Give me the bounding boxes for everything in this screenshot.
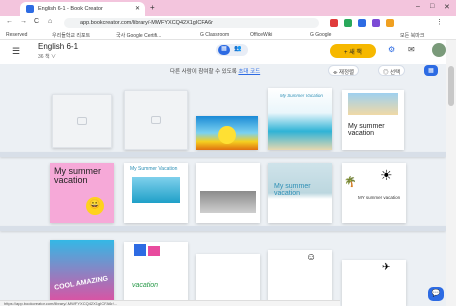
beach-photo [348, 93, 398, 115]
app-header: ☰ English 6-1 36 책 ∨ ▦ 👥 + 새 책 ⚙ ✉ [0, 40, 446, 64]
beach-photo [132, 177, 180, 203]
new-tab-button[interactable]: + [150, 3, 155, 12]
close-window-button[interactable]: ✕ [444, 3, 450, 11]
bookcreator-icon [26, 5, 34, 13]
book-card[interactable]: vacation [124, 242, 188, 306]
grid-layout-icon[interactable]: ▦ [424, 65, 438, 76]
url-text: app.bookcreator.com/library/-MWFYXCQ42X1… [80, 20, 213, 26]
bookmark-item[interactable]: 국사 Google Certifi... [116, 32, 161, 39]
book-card[interactable] [196, 116, 258, 150]
bookmarks-bar: Reserved 우리들학교 리포트 국사 Google Certifi... … [0, 30, 456, 40]
book-card[interactable]: My summer vacation 😀 [50, 163, 114, 223]
book-title: My summer vacation [348, 123, 385, 138]
close-tab-icon[interactable]: ✕ [135, 5, 140, 12]
maximize-button[interactable]: □ [430, 3, 434, 10]
invite-notice: 다른 사람이 참여할 수 있도록 초대 코드 [170, 67, 260, 75]
book-card[interactable]: My summer vacation [268, 163, 332, 223]
tab-title: English 6-1 - Book Creator [38, 6, 103, 12]
book-title: vacation [132, 282, 159, 289]
tab-bar: English 6-1 - Book Creator ✕ + – □ ✕ [0, 0, 456, 16]
address-bar[interactable]: app.bookcreator.com/library/-MWFYXCQ42X1… [64, 18, 319, 28]
book-card[interactable]: ✈ [342, 260, 406, 306]
book-title: COOL AMAZING [53, 275, 109, 292]
shelf [0, 152, 446, 157]
settings-icon[interactable]: ⚙ [388, 45, 395, 54]
invite-code-link[interactable]: 초대 코드 [238, 69, 260, 75]
chat-icon[interactable]: 💬 [428, 287, 444, 301]
image-placeholder-icon [77, 117, 87, 125]
grid-view-icon[interactable]: ▦ [218, 45, 230, 55]
book-card[interactable]: My Summer Vacation [124, 163, 188, 223]
back-icon[interactable]: ← [6, 18, 13, 25]
bookmark-item[interactable]: 모든 북마크 [400, 32, 424, 39]
book-card[interactable] [52, 94, 112, 148]
extension-icon[interactable] [344, 19, 352, 27]
block-image [148, 246, 160, 256]
book-card[interactable]: ☺ [268, 250, 332, 306]
book-count[interactable]: 36 책 ∨ [38, 53, 56, 60]
bookmark-item[interactable]: G Google [310, 32, 331, 38]
sun-icon: ☀ [380, 167, 393, 183]
book-card[interactable]: My summer vacation [342, 90, 404, 150]
book-card[interactable] [124, 90, 188, 150]
select-button[interactable]: ◎ 선택 [378, 65, 406, 76]
book-card[interactable]: ☀ 🌴 MY summer vacation [342, 163, 406, 223]
avatar[interactable] [432, 43, 446, 57]
airplane-icon: ✈ [382, 262, 391, 273]
book-card[interactable] [196, 254, 260, 306]
book-title: My Summer Vacation [130, 166, 178, 172]
bookmark-item[interactable]: OfficeWiki [250, 32, 272, 38]
shelf [0, 226, 446, 231]
book-card[interactable]: COOL AMAZING [50, 240, 114, 306]
menu-dots-icon[interactable]: ⋮ [436, 18, 443, 26]
bookmark-item[interactable]: Reserved [6, 32, 27, 38]
library-content: 다른 사람이 참여할 수 있도록 초대 코드 ⌯ 재정렬 ◎ 선택 ▦ My S… [0, 64, 446, 306]
book-title: MY summer vacation [358, 195, 401, 200]
book-title: My summer vacation [54, 166, 101, 186]
book-card[interactable] [196, 163, 260, 223]
scrollbar-thumb[interactable] [448, 66, 454, 106]
home-icon[interactable]: ⌂ [48, 18, 52, 25]
rearrange-button[interactable]: ⌯ 재정렬 [328, 65, 360, 76]
extension-icon[interactable] [372, 19, 380, 27]
extension-icon[interactable] [330, 19, 338, 27]
book-title: My Summer Vacation [280, 93, 323, 98]
sun-image [218, 126, 236, 144]
library-title: English 6-1 [38, 42, 79, 51]
share-icon[interactable]: ✉ [408, 45, 415, 54]
bookmark-item[interactable]: 우리들학교 리포트 [52, 32, 90, 39]
forward-icon[interactable]: → [20, 18, 27, 25]
book-title: My summer vacation [274, 183, 311, 198]
notice-text: 다른 사람이 참여할 수 있도록 [170, 69, 237, 75]
minimize-button[interactable]: – [416, 3, 420, 10]
palm-tree-icon: 🌴 [344, 177, 357, 188]
browser-window: English 6-1 - Book Creator ✕ + – □ ✕ ← →… [0, 0, 456, 306]
book-card[interactable]: My Summer Vacation [268, 88, 332, 150]
menu-icon[interactable]: ☰ [12, 46, 20, 57]
new-book-button[interactable]: + 새 책 [330, 44, 376, 58]
reload-icon[interactable]: C [34, 18, 39, 25]
status-bar: https://app.bookcreator.com/library/-MWF… [0, 300, 340, 306]
view-toggle[interactable]: ▦ 👥 [216, 44, 248, 56]
extension-icon[interactable] [386, 19, 394, 27]
tab-active[interactable]: English 6-1 - Book Creator ✕ [20, 2, 145, 16]
open-book-photo [200, 191, 256, 213]
extension-icon[interactable] [358, 19, 366, 27]
block-image [134, 244, 146, 256]
browser-toolbar: ← → C ⌂ app.bookcreator.com/library/-MWF… [0, 16, 456, 30]
smiley-emoji-icon: 😀 [86, 197, 104, 215]
image-placeholder-icon [151, 116, 161, 124]
bookmark-item[interactable]: G Classroom [200, 32, 229, 38]
smiley-icon: ☺ [306, 252, 317, 263]
people-icon[interactable]: 👥 [234, 45, 241, 52]
